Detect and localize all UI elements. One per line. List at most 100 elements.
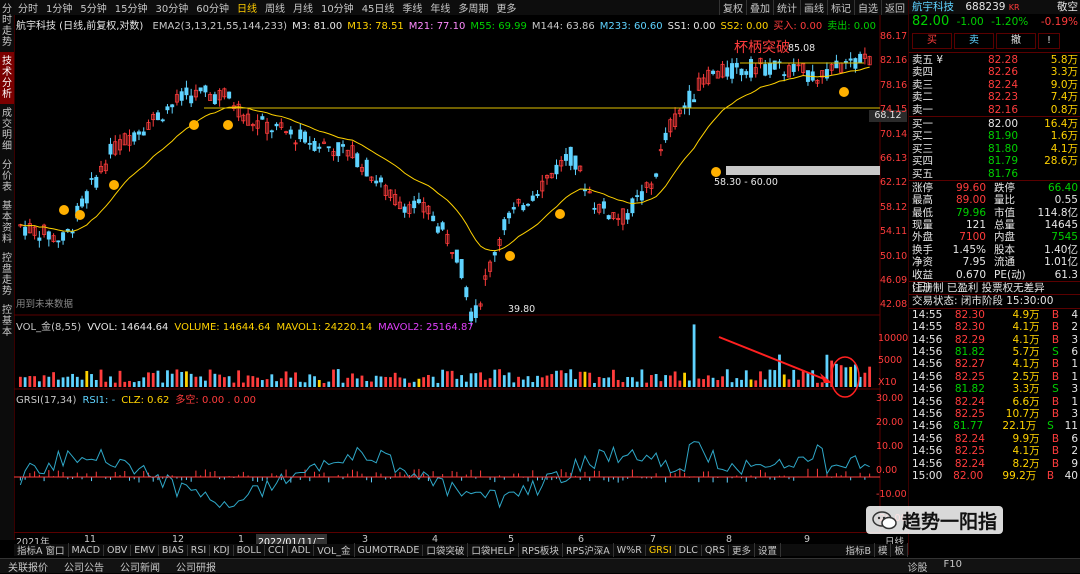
toolbar-button-0[interactable]: 复权 <box>719 0 746 15</box>
trade-button-1[interactable]: 卖 <box>954 33 994 49</box>
sell-row-3[interactable]: 卖二 82.23 7.4万 <box>909 91 1080 103</box>
indicator-right-tab-0[interactable]: 指标B <box>842 543 875 557</box>
left-tab-2[interactable]: 成交明细 <box>0 104 14 156</box>
tick-volume: 99.2万 <box>1002 469 1037 482</box>
status-right-1[interactable]: F10 <box>936 559 970 574</box>
period-tab-14[interactable]: 更多 <box>492 0 520 15</box>
indicator-right-tab-2[interactable]: 板 <box>891 543 908 557</box>
buy-row-1[interactable]: 买二 81.90 1.6万 <box>909 130 1080 142</box>
indicator-right-tab-1[interactable]: 模 <box>875 543 892 557</box>
period-tab-12[interactable]: 年线 <box>426 0 454 15</box>
tick-volume: 4.1万 <box>1012 445 1040 458</box>
tick-count: 6 <box>1071 432 1078 445</box>
volume-bar <box>711 377 715 387</box>
toolbar-button-2[interactable]: 统计 <box>773 0 800 15</box>
candlestick-chart[interactable] <box>14 15 908 545</box>
status-link-3[interactable]: 公司研报 <box>168 559 224 574</box>
indicator-tab-19[interactable]: QRS <box>702 544 729 556</box>
indicator-tab-4[interactable]: BIAS <box>159 544 188 556</box>
volume-bar <box>678 380 682 387</box>
indicator-tab-5[interactable]: RSI <box>188 544 211 556</box>
indicator-tab-21[interactable]: 设置 <box>755 543 782 557</box>
sell-row-4[interactable]: 卖一 82.16 0.8万 <box>909 104 1080 116</box>
period-tab-7[interactable]: 周线 <box>261 0 289 15</box>
indicator-tab-16[interactable]: W%R <box>614 544 646 556</box>
buy-row-3[interactable]: 买四 81.79 28.6万 <box>909 155 1080 167</box>
period-tab-8[interactable]: 月线 <box>289 0 317 15</box>
trade-button-0[interactable]: 买 <box>912 33 952 49</box>
period-tab-0[interactable]: 分时 <box>14 0 42 15</box>
volume-bar <box>94 379 98 387</box>
buy-row-2[interactable]: 买三 81.80 4.1万 <box>909 143 1080 155</box>
volume-bar <box>545 375 549 387</box>
chart-area[interactable]: 航宇科技 (日线,前复权,对数) EMA2(3,13,21,55,144,233… <box>14 15 908 548</box>
left-tab-6[interactable]: 控基本 <box>0 301 14 342</box>
indicator-tab-6[interactable]: KDJ <box>210 544 234 556</box>
buy-row-0[interactable]: 买一 82.00 16.4万 <box>909 118 1080 130</box>
buy-row-4[interactable]: 买五 81.76 <box>909 168 1080 180</box>
toolbar-button-3[interactable]: 画线 <box>800 0 827 15</box>
indicator-tab-1[interactable]: MACD <box>69 544 105 556</box>
indicator-tab-17[interactable]: GRSI <box>646 544 676 556</box>
trade-button-2[interactable]: 撤 <box>996 33 1036 49</box>
indicator-tab-12[interactable]: 口袋突破 <box>423 543 469 557</box>
indicator-tab-0[interactable]: 指标A 窗口 <box>14 543 69 557</box>
toolbar-button-5[interactable]: 自选 <box>854 0 881 15</box>
left-tab-1[interactable]: 技术分析 <box>0 52 14 104</box>
sell-row-2[interactable]: 卖三 82.24 9.0万 <box>909 79 1080 91</box>
legend-item-9: 买入: 0.00 <box>773 21 823 32</box>
status-right-0[interactable]: 诊股 <box>900 559 936 574</box>
period-tab-4[interactable]: 30分钟 <box>151 0 192 15</box>
status-link-2[interactable]: 公司新闻 <box>112 559 168 574</box>
indicator-tab-10[interactable]: VOL_金 <box>314 543 355 557</box>
tick-price: 81.82 <box>954 383 985 396</box>
left-tab-3[interactable]: 分价表 <box>0 156 14 197</box>
tick-direction: S <box>1047 420 1054 433</box>
indicator-tab-15[interactable]: RPS沪深A <box>563 543 614 557</box>
indicator-tab-7[interactable]: BOLL <box>234 544 265 556</box>
status-link-0[interactable]: 关联报价 <box>0 559 56 574</box>
tick-time: 14:56 <box>912 445 943 458</box>
tick-count: 1 <box>1071 395 1078 408</box>
indicator-tab-13[interactable]: 口袋HELP <box>468 543 519 557</box>
sell-row-0[interactable]: 卖五 ¥ 82.28 5.8万 <box>909 54 1080 66</box>
indicator-tab-9[interactable]: ADL <box>288 544 315 556</box>
indicator-tab-11[interactable]: GUMOTRADE <box>355 544 424 556</box>
toolbar-button-4[interactable]: 标记 <box>827 0 854 15</box>
stat-value: 7545 <box>1051 231 1078 244</box>
volume-bar <box>128 380 131 387</box>
tick-row-1: 14:55 82.30 4.1万 B 2 <box>909 321 1080 333</box>
trade-button-3[interactable]: ! <box>1038 33 1060 49</box>
stat-row-6: 净资 7.95 流通 1.01亿 <box>909 256 1080 268</box>
left-tab-4[interactable]: 基本资料 <box>0 197 14 249</box>
volume-bar <box>56 379 60 387</box>
period-tab-3[interactable]: 15分钟 <box>111 0 152 15</box>
volume-bar <box>47 376 51 387</box>
buy-orders: 买一 82.00 16.4万 买二 81.90 1.6万 买三 81.80 4.1万 买四 81.7… <box>909 115 1080 180</box>
indicator-tab-18[interactable]: DLC <box>676 544 702 556</box>
indicator-tab-2[interactable]: OBV <box>104 544 132 556</box>
indicator-tab-3[interactable]: EMV <box>131 544 159 556</box>
toolbar-button-6[interactable]: 返回 <box>881 0 908 15</box>
indicator-tab-8[interactable]: CCI <box>265 544 289 556</box>
candle-body <box>227 91 232 99</box>
volume-bar <box>749 379 753 387</box>
left-tab-0[interactable]: 分时走势 <box>0 0 14 52</box>
period-tab-10[interactable]: 45日线 <box>358 0 399 15</box>
period-tab-9[interactable]: 10分钟 <box>317 0 358 15</box>
candle-body <box>592 207 597 210</box>
indicator-tab-14[interactable]: RPS板块 <box>519 543 563 557</box>
period-tab-11[interactable]: 季线 <box>398 0 426 15</box>
toolbar-button-1[interactable]: 叠加 <box>746 0 773 15</box>
period-tab-13[interactable]: 多周期 <box>454 0 492 15</box>
period-tab-2[interactable]: 5分钟 <box>76 0 110 15</box>
period-tab-5[interactable]: 60分钟 <box>192 0 233 15</box>
status-link-1[interactable]: 公司公告 <box>56 559 112 574</box>
period-tab-1[interactable]: 1分钟 <box>42 0 76 15</box>
volume-bar <box>593 382 596 387</box>
price-tick: 58.12 <box>880 201 908 213</box>
period-tab-6[interactable]: 日线 <box>233 0 261 15</box>
sell-row-1[interactable]: 卖四 82.26 3.3万 <box>909 66 1080 78</box>
left-tab-5[interactable]: 控盘走势 <box>0 249 14 301</box>
indicator-tab-20[interactable]: 更多 <box>729 543 755 557</box>
